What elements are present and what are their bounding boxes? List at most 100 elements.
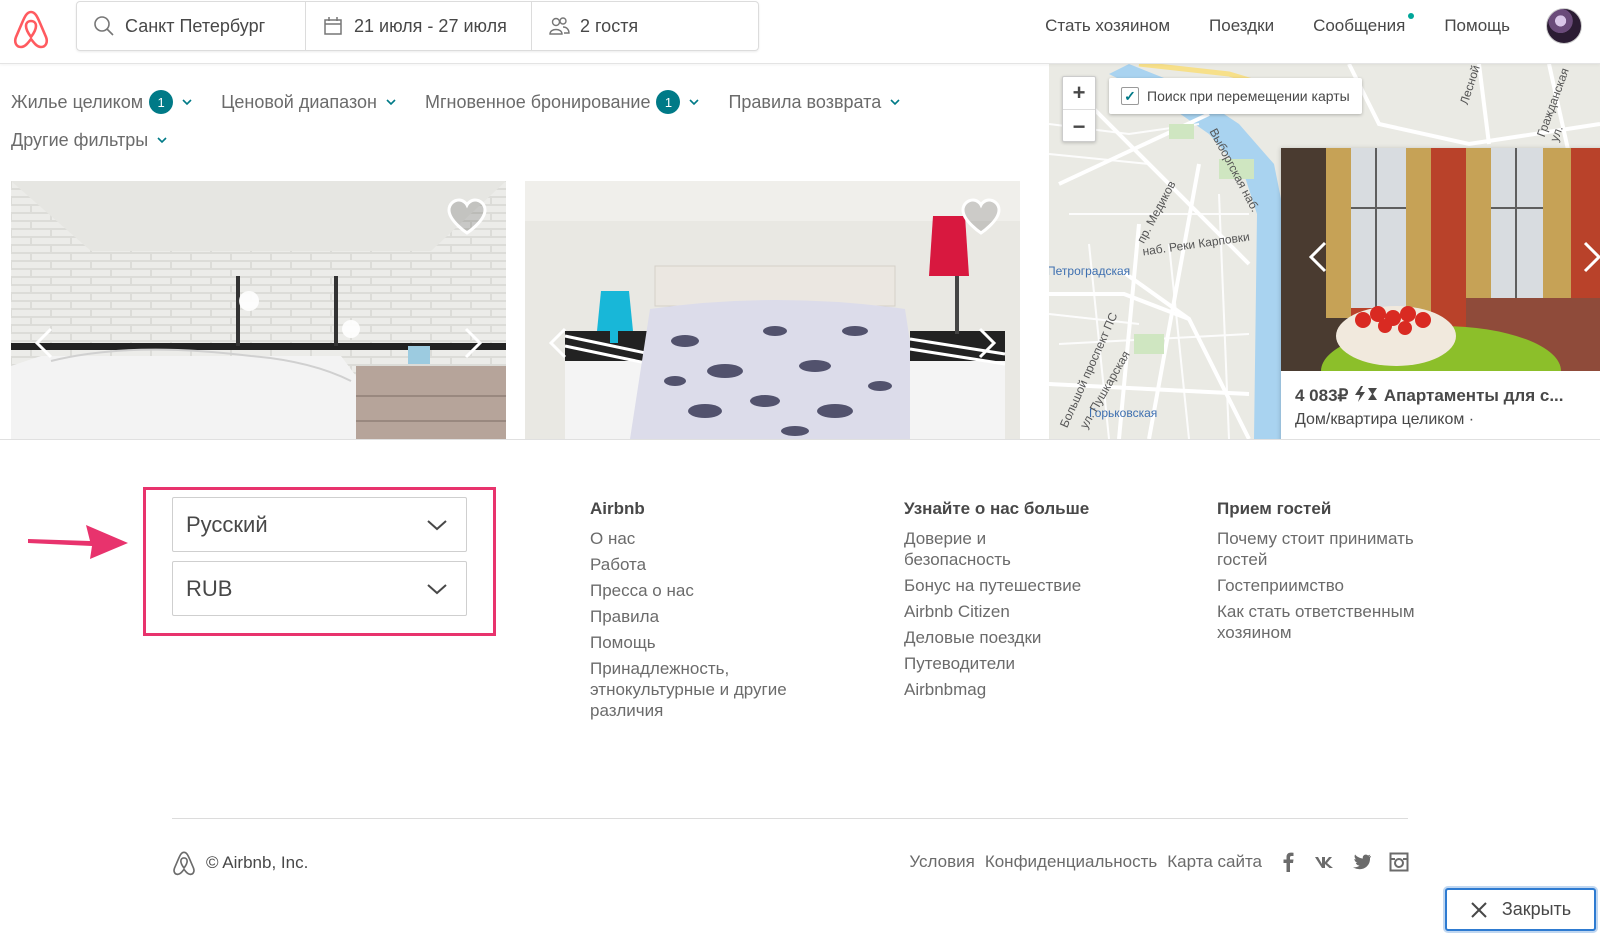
footer-column-airbnb: Airbnb О нас Работа Пресса о нас Правила… — [590, 498, 790, 726]
footer-link[interactable]: Правила — [590, 606, 790, 627]
guests-value: 2 гостя — [580, 15, 639, 36]
calendar-icon — [322, 15, 344, 37]
map-listing-title: Апартаменты для с... — [1383, 386, 1564, 405]
chevron-down-icon — [182, 99, 192, 106]
chevron-right-icon[interactable] — [1577, 240, 1600, 274]
filter-more-label: Другие фильтры — [11, 129, 149, 150]
avatar[interactable] — [1546, 8, 1582, 44]
filter-count-badge: 1 — [656, 90, 681, 114]
twitter-icon[interactable] — [1351, 851, 1373, 873]
map-listing-price: 4 083₽ — [1295, 386, 1349, 405]
main-nav: Стать хозяином Поездки Сообщения Помощь — [1006, 0, 1600, 52]
chevron-down-icon — [157, 137, 167, 144]
filter-price-range[interactable]: Ценовой диапазон — [221, 92, 397, 113]
currency-select[interactable]: RUB — [172, 561, 467, 616]
language-value: Русский — [186, 511, 268, 537]
facebook-icon[interactable] — [1277, 851, 1299, 873]
footer-link[interactable]: Работа — [590, 554, 790, 575]
zoom-in-button[interactable]: + — [1063, 77, 1095, 110]
listing-card[interactable] — [525, 181, 1020, 439]
chevron-right-icon[interactable] — [972, 326, 1000, 360]
chevron-left-icon[interactable] — [31, 326, 59, 360]
footer-link[interactable]: Пресса о нас — [590, 580, 790, 601]
chevron-down-icon — [427, 583, 447, 594]
search-on-move-label: Поиск при перемещении карты — [1147, 88, 1350, 104]
footer-link[interactable]: Как стать ответственным хозяином — [1217, 601, 1417, 643]
chevron-down-icon — [890, 99, 900, 106]
search-on-move-toggle[interactable]: ✓ Поиск при перемещении карты — [1109, 78, 1362, 114]
footer-link[interactable]: О нас — [590, 528, 790, 549]
footer-column-hosting: Прием гостей Почему стоит принимать гост… — [1217, 498, 1417, 648]
nav-become-host[interactable]: Стать хозяином — [1045, 16, 1170, 36]
footer-link[interactable]: Помощь — [590, 632, 790, 653]
terms-link[interactable]: Условия — [909, 852, 974, 872]
zoom-out-button[interactable]: − — [1063, 110, 1095, 143]
footer-link[interactable]: Путеводители — [904, 653, 1094, 674]
unread-dot — [1408, 13, 1415, 19]
chevron-right-icon[interactable] — [458, 326, 486, 360]
checkbox[interactable]: ✓ — [1121, 87, 1139, 105]
filter-bar: Жилье целиком 1 Ценовой диапазон Мгновен… — [11, 88, 1011, 164]
filter-more[interactable]: Другие фильтры — [11, 130, 168, 151]
guests-field[interactable]: 2 гостя — [532, 2, 758, 50]
listing-photo — [525, 181, 1020, 439]
footer-link[interactable]: Airbnb Citizen — [904, 601, 1094, 622]
vk-icon[interactable] — [1314, 851, 1336, 873]
chevron-down-icon — [427, 519, 447, 530]
filter-cancellation-label: Правила возврата — [728, 91, 882, 112]
sitemap-link[interactable]: Карта сайта — [1167, 852, 1262, 872]
footer-column-learn-more: Узнайте о нас больше Доверие и безопасно… — [904, 498, 1094, 705]
location-field[interactable]: Санкт Петербург — [77, 2, 306, 50]
footer-column-title: Узнайте о нас больше — [904, 499, 1090, 518]
close-footer-button[interactable]: Закрыть — [1445, 888, 1596, 931]
nav-messages[interactable]: Сообщения — [1313, 13, 1415, 36]
privacy-link[interactable]: Конфиденциальность — [985, 852, 1157, 872]
footer-column-title: Прием гостей — [1217, 499, 1332, 518]
footer-link[interactable]: Почему стоит принимать гостей — [1217, 528, 1417, 570]
dates-field[interactable]: 21 июля - 27 июля — [306, 2, 532, 50]
legal-links: Условия Конфиденциальность Карта сайта — [899, 848, 1410, 876]
heart-icon[interactable] — [960, 197, 1002, 237]
close-label: Закрыть — [1501, 899, 1572, 919]
search-bar: Санкт Петербург 21 июля - 27 июля 2 гост… — [76, 1, 759, 51]
instagram-icon[interactable] — [1388, 851, 1410, 873]
filter-count-badge: 1 — [149, 90, 174, 114]
heart-icon[interactable] — [446, 197, 488, 237]
footer-link[interactable]: Деловые поездки — [904, 627, 1094, 648]
chevron-left-icon[interactable] — [545, 326, 573, 360]
top-header: Санкт Петербург 21 июля - 27 июля 2 гост… — [0, 0, 1600, 64]
language-select[interactable]: Русский — [172, 497, 467, 552]
nav-trips[interactable]: Поездки — [1209, 16, 1274, 36]
copyright-text: © Airbnb, Inc. — [206, 853, 309, 872]
footer-divider — [172, 818, 1408, 819]
airbnb-logo-icon[interactable] — [12, 8, 50, 50]
filter-instant-book[interactable]: Мгновенное бронирование 1 — [425, 90, 701, 114]
map-panel[interactable]: Петроградская Горьковская пр. Медиков на… — [1049, 64, 1600, 439]
currency-value: RUB — [186, 575, 233, 601]
location-value: Санкт Петербург — [125, 15, 266, 36]
map-listing-photo — [1281, 148, 1600, 371]
chevron-down-icon — [386, 99, 396, 106]
footer-link[interactable]: Гостеприимство — [1217, 575, 1417, 596]
nav-messages-label: Сообщения — [1313, 16, 1406, 35]
close-icon — [1471, 901, 1487, 918]
footer-link[interactable]: Доверие и безопасность — [904, 528, 1094, 570]
listing-card[interactable] — [11, 181, 506, 439]
chevron-down-icon — [689, 99, 700, 106]
filter-price-label: Ценовой диапазон — [221, 91, 377, 112]
nav-help[interactable]: Помощь — [1444, 16, 1510, 36]
filter-entire-home[interactable]: Жилье целиком 1 — [11, 90, 193, 114]
filter-entire-home-label: Жилье целиком — [11, 91, 144, 112]
footer-link[interactable]: Бонус на путешествие — [904, 575, 1094, 596]
footer-link[interactable]: Принадлежность, этнокультурные и другие … — [590, 658, 790, 721]
copyright: © Airbnb, Inc. — [172, 848, 308, 878]
map-zoom-controls: + − — [1062, 76, 1096, 142]
map-listing-card[interactable]: 4 083₽ Апартаменты для с... Дом/квартира… — [1281, 148, 1600, 439]
search-icon — [93, 15, 115, 37]
listing-photo — [11, 181, 506, 439]
airbnb-logo-icon — [173, 851, 195, 876]
filter-cancellation[interactable]: Правила возврата — [728, 92, 901, 113]
footer-link[interactable]: Airbnbmag — [904, 679, 1094, 700]
chevron-left-icon[interactable] — [1305, 240, 1333, 274]
instant-book-icon — [1355, 386, 1378, 402]
